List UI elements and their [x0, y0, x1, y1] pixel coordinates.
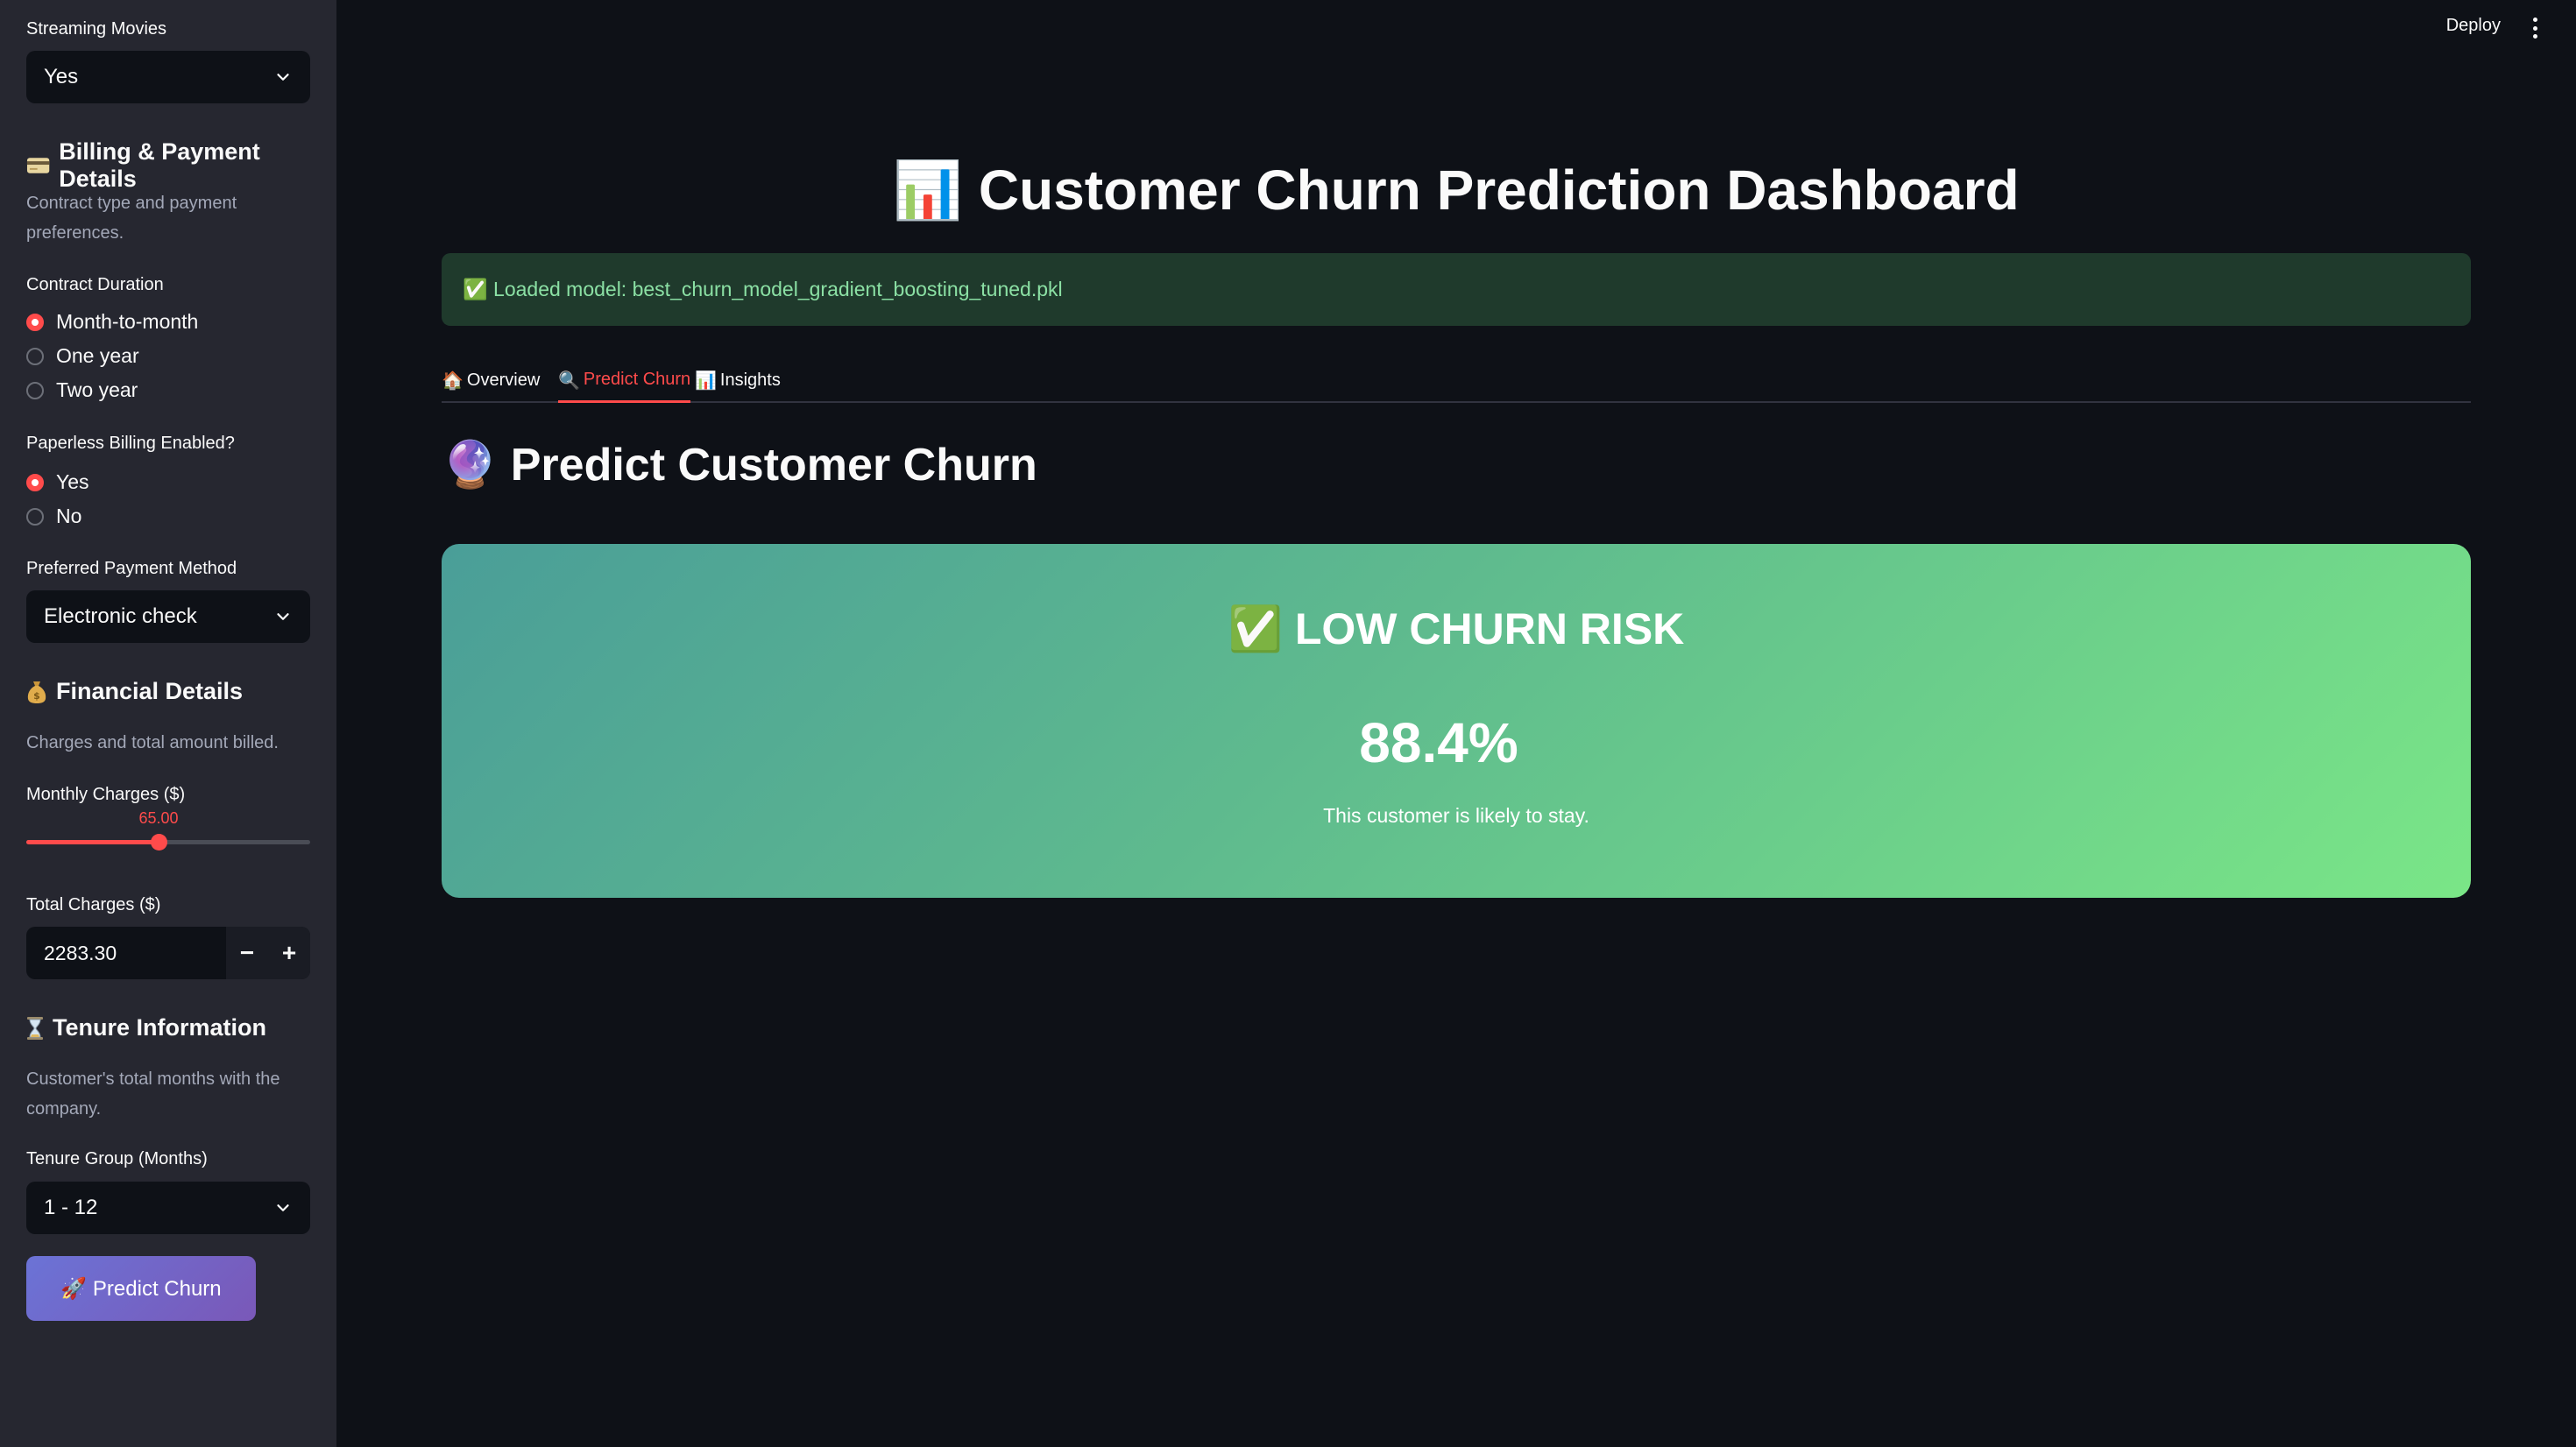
total-charges-label: Total Charges ($)	[26, 895, 161, 914]
paperless-option-label: Yes	[56, 470, 89, 493]
radio-unselected-icon	[26, 507, 44, 526]
kebab-menu-icon[interactable]	[2532, 18, 2537, 39]
deploy-button[interactable]: Deploy	[2446, 16, 2501, 36]
streaming-movies-select[interactable]: Yes	[26, 51, 310, 103]
tab-insights[interactable]: 📊 Insights	[695, 359, 781, 401]
contract-option-two-year[interactable]: Two year	[26, 378, 138, 402]
total-charges-value[interactable]: 2283.30	[26, 942, 226, 965]
paperless-option-yes[interactable]: Yes	[26, 470, 89, 494]
financial-heading: $ Financial Details	[26, 678, 243, 705]
risk-level-text: LOW CHURN RISK	[1294, 604, 1685, 653]
total-charges-input[interactable]: 2283.30 − +	[26, 927, 310, 979]
bar-chart-icon: 📊	[695, 370, 717, 391]
contract-option-month-to-month[interactable]: Month-to-month	[26, 310, 198, 334]
tenure-heading-text: Tenure Information	[53, 1014, 267, 1041]
bar-chart-icon: 📊	[893, 159, 964, 223]
monthly-charges-slider[interactable]	[26, 834, 310, 851]
tab-label: Overview	[466, 370, 541, 390]
paperless-option-label: No	[56, 505, 82, 527]
check-mark-icon: ✅	[1228, 604, 1283, 654]
tab-predict-churn[interactable]: 🔍 Predict Churn	[558, 359, 691, 403]
magnifier-icon: 🔍	[558, 369, 580, 391]
slider-thumb[interactable]	[151, 834, 167, 851]
billing-heading: Billing & Payment Details	[26, 138, 336, 193]
tenure-caption: Customer's total months with the company…	[26, 1069, 280, 1119]
section-heading-text: Predict Customer Churn	[510, 439, 1037, 491]
chevron-down-icon	[277, 1204, 289, 1211]
slider-fill	[26, 840, 159, 844]
billing-caption: Contract type and payment preferences.	[26, 194, 237, 243]
page-title: 📊 Customer Churn Prediction Dashboard	[442, 158, 2471, 223]
streaming-movies-label: Streaming Movies	[26, 19, 167, 39]
financial-caption: Charges and total amount billed.	[26, 733, 279, 752]
payment-method-select[interactable]: Electronic check	[26, 590, 310, 643]
radio-unselected-icon	[26, 347, 44, 365]
tenure-group-select[interactable]: 1 - 12	[26, 1182, 310, 1234]
model-loaded-alert: ✅ Loaded model: best_churn_model_gradien…	[442, 253, 2471, 326]
payment-method-label: Preferred Payment Method	[26, 559, 237, 578]
streaming-movies-value: Yes	[44, 65, 79, 88]
financial-heading-text: Financial Details	[56, 678, 244, 704]
decrement-button[interactable]: −	[226, 927, 268, 979]
radio-selected-icon	[26, 313, 44, 331]
crystal-ball-icon: 🔮	[442, 439, 499, 491]
contract-duration-label: Contract Duration	[26, 275, 164, 294]
contract-option-label: Two year	[56, 378, 138, 401]
contract-option-one-year[interactable]: One year	[26, 344, 139, 368]
payment-method-value: Electronic check	[44, 604, 197, 628]
chevron-down-icon	[277, 613, 289, 620]
monthly-charges-label: Monthly Charges ($)	[26, 785, 186, 804]
sidebar: Streaming Movies Yes Billing & Payment D…	[0, 0, 336, 1447]
paperless-billing-label: Paperless Billing Enabled?	[26, 434, 235, 453]
money-bag-icon: $	[27, 681, 46, 703]
tenure-group-value: 1 - 12	[44, 1196, 98, 1219]
tab-bar: 🏠 Overview 🔍 Predict Churn 📊 Insights	[442, 359, 2471, 403]
radio-unselected-icon	[26, 381, 44, 399]
tab-label: Predict Churn	[583, 370, 691, 389]
tab-label: Insights	[719, 370, 781, 390]
probability-value: 88.4%	[1359, 711, 1518, 774]
main-area: Deploy 📊 Customer Churn Prediction Dashb…	[336, 0, 2576, 1447]
credit-card-icon	[26, 158, 50, 173]
tenure-heading: Tenure Information	[26, 1014, 266, 1041]
tab-overview[interactable]: 🏠 Overview	[442, 359, 540, 401]
svg-text:$: $	[33, 690, 40, 702]
prediction-message: This customer is likely to stay.	[1323, 804, 1589, 827]
prediction-result-card: ✅ LOW CHURN RISK 88.4% This customer is …	[442, 544, 2471, 898]
contract-option-label: Month-to-month	[56, 310, 199, 333]
section-heading: 🔮 Predict Customer Churn	[442, 438, 1037, 491]
billing-heading-text: Billing & Payment Details	[59, 138, 260, 192]
predict-churn-button[interactable]: 🚀 Predict Churn	[26, 1256, 256, 1321]
paperless-option-no[interactable]: No	[26, 505, 81, 528]
page-title-text: Customer Churn Prediction Dashboard	[978, 159, 2020, 222]
chevron-down-icon	[277, 74, 289, 81]
hourglass-icon	[27, 1016, 43, 1040]
risk-level: ✅ LOW CHURN RISK	[442, 604, 2471, 655]
house-icon: 🏠	[442, 370, 464, 391]
tenure-group-label: Tenure Group (Months)	[26, 1149, 208, 1168]
monthly-charges-value-text: 65.00	[138, 809, 179, 827]
increment-button[interactable]: +	[268, 927, 310, 979]
radio-selected-icon	[26, 473, 44, 491]
contract-option-label: One year	[56, 344, 139, 367]
